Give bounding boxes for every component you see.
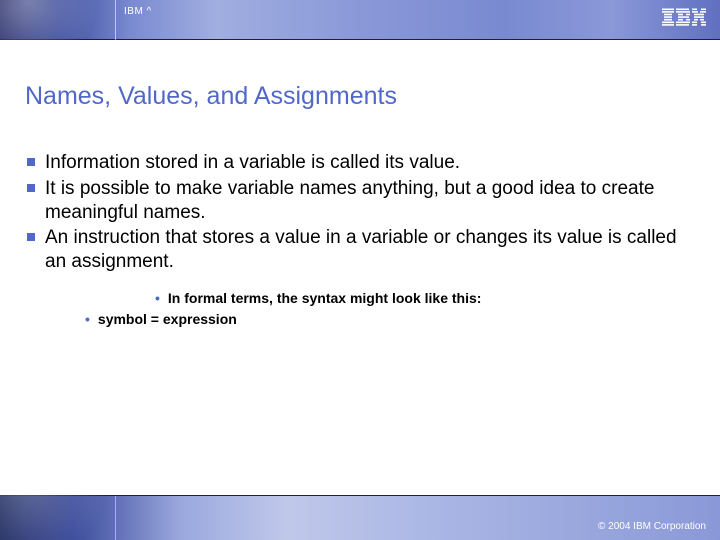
sub-bullet-list: In formal terms, the syntax might look l… <box>25 288 700 330</box>
footer-bar: © 2004 IBM Corporation <box>0 495 720 540</box>
bullet-list: Information stored in a variable is call… <box>25 151 700 274</box>
header-divider <box>115 0 116 40</box>
footer-divider <box>115 496 116 540</box>
bullet-item: It is possible to make variable names an… <box>25 177 700 225</box>
sub-bullet-item: In formal terms, the syntax might look l… <box>155 288 700 309</box>
ibm-logo-icon <box>662 8 706 31</box>
header-brand-text: IBM ^ <box>124 6 152 17</box>
sub-sub-bullet-list: symbol = expression <box>85 309 700 330</box>
slide-title: Names, Values, and Assignments <box>25 82 700 111</box>
sub-sub-bullet-item: symbol = expression <box>85 309 700 330</box>
slide-body: Names, Values, and Assignments Informati… <box>0 40 720 330</box>
slide: IBM ^ Names, Values, and Assignments Inf… <box>0 0 720 540</box>
footer-copyright: © 2004 IBM Corporation <box>598 521 706 532</box>
bullet-item: An instruction that stores a value in a … <box>25 226 700 274</box>
bullet-item: Information stored in a variable is call… <box>25 151 700 175</box>
decorative-sphere <box>0 436 110 540</box>
header-bar: IBM ^ <box>0 0 720 40</box>
